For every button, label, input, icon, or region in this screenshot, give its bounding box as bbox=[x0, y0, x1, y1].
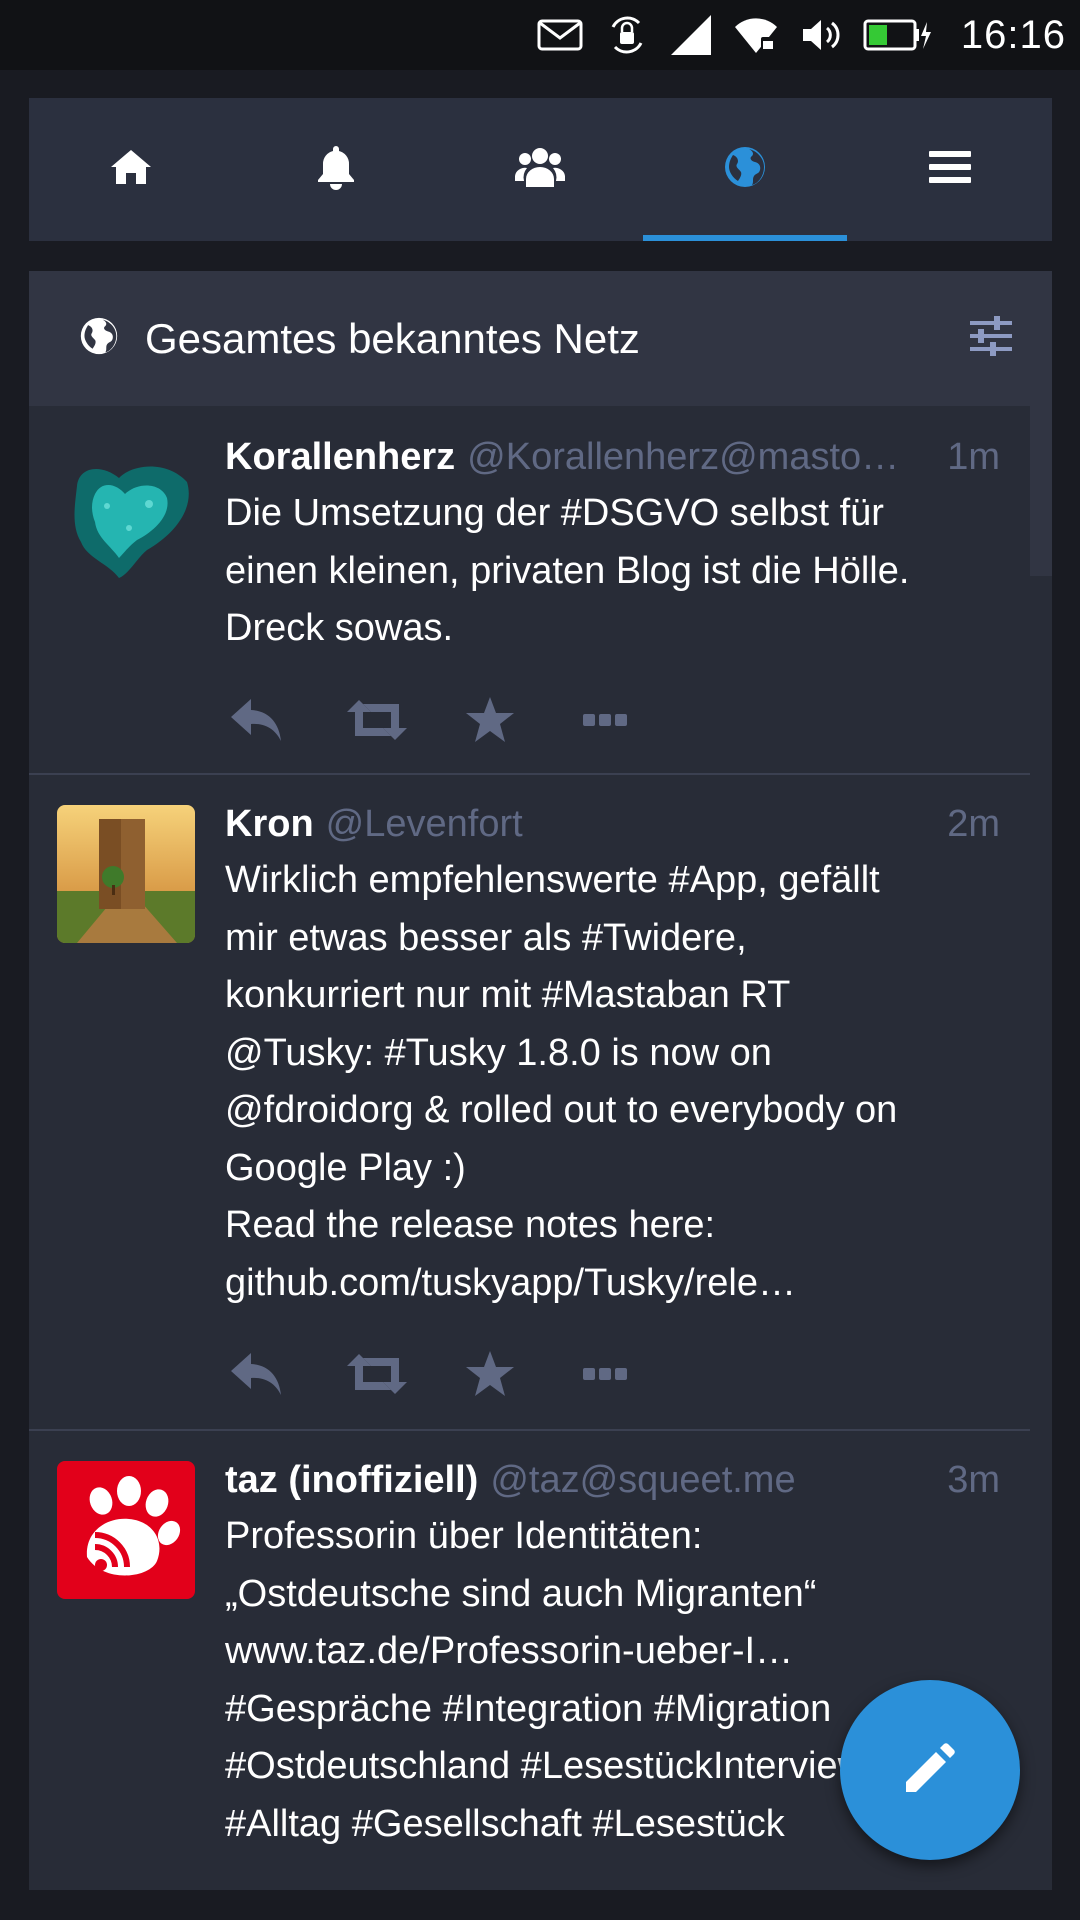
globe-icon bbox=[723, 145, 767, 194]
sliders-icon[interactable] bbox=[970, 316, 1012, 361]
hamburger-icon bbox=[928, 150, 971, 189]
account-handle[interactable]: @Korallenherz@masto… bbox=[467, 432, 929, 482]
account-handle[interactable]: @Levenfort bbox=[326, 799, 930, 849]
clock: 16:16 bbox=[960, 12, 1066, 57]
account-handle[interactable]: @taz@squeet.me bbox=[490, 1455, 929, 1505]
scrollbar[interactable] bbox=[1030, 406, 1052, 576]
column-header: Gesamtes bekanntes Netz bbox=[29, 271, 1052, 406]
avatar[interactable] bbox=[57, 805, 195, 943]
rotation-lock-icon bbox=[605, 15, 649, 55]
wifi-icon bbox=[733, 15, 779, 55]
favourite-icon[interactable] bbox=[461, 696, 579, 744]
status-item[interactable]: Kron @Levenfort 2m Wirklich empfehlenswe… bbox=[29, 775, 1030, 1431]
tab-notifications[interactable] bbox=[234, 98, 439, 241]
status-text: Wirklich empfehlenswerte #App, gefällt m… bbox=[225, 859, 898, 1304]
column-title: Gesamtes bekanntes Netz bbox=[145, 314, 640, 362]
status-actions bbox=[225, 1334, 1000, 1414]
bell-icon bbox=[314, 144, 358, 195]
boost-icon[interactable] bbox=[343, 1352, 461, 1396]
display-name[interactable]: Korallenherz bbox=[225, 432, 455, 482]
display-name[interactable]: taz (inoffiziell) bbox=[225, 1455, 478, 1505]
status-item[interactable]: Korallenherz @Korallenherz@masto… 1m Die… bbox=[29, 406, 1030, 775]
users-icon bbox=[514, 145, 566, 194]
globe-icon bbox=[79, 316, 119, 361]
more-icon[interactable] bbox=[579, 1368, 697, 1380]
status-content: Korallenherz @Korallenherz@masto… 1m Die… bbox=[225, 432, 1030, 760]
status-item[interactable]: taz (inoffiziell) @taz@squeet.me 3m Prof… bbox=[29, 1431, 1030, 1920]
avatar[interactable] bbox=[57, 446, 195, 584]
compose-button[interactable] bbox=[840, 1680, 1020, 1860]
status-content: Kron @Levenfort 2m Wirklich empfehlenswe… bbox=[225, 799, 1030, 1414]
reply-icon[interactable] bbox=[225, 697, 343, 743]
navigation-bar bbox=[0, 1890, 1080, 1920]
federated-timeline[interactable]: Gesamtes bekanntes Netz Korallenherz @Ko… bbox=[29, 271, 1052, 1920]
timestamp: 1m bbox=[947, 436, 1000, 478]
status-text: Die Umsetzung der #DSGVO selbst für eine… bbox=[225, 492, 910, 649]
status-actions bbox=[225, 680, 1000, 760]
display-name[interactable]: Kron bbox=[225, 799, 314, 849]
tab-menu[interactable] bbox=[847, 98, 1052, 241]
status-bar: 16:16 bbox=[0, 0, 1080, 70]
timestamp: 3m bbox=[947, 1459, 1000, 1501]
battery-charging-icon bbox=[863, 18, 933, 52]
volume-icon bbox=[801, 17, 841, 53]
pencil-icon bbox=[902, 1740, 958, 1801]
home-icon bbox=[109, 147, 153, 192]
reply-icon[interactable] bbox=[225, 1351, 343, 1397]
avatar[interactable] bbox=[57, 1461, 195, 1599]
more-icon[interactable] bbox=[579, 713, 697, 726]
favourite-icon[interactable] bbox=[461, 1350, 579, 1398]
tab-local[interactable] bbox=[438, 98, 643, 241]
timestamp: 2m bbox=[947, 803, 1000, 845]
mail-icon bbox=[537, 19, 583, 51]
cell-signal-icon bbox=[670, 15, 711, 55]
tab-bar bbox=[29, 98, 1052, 241]
boost-icon[interactable] bbox=[343, 698, 461, 742]
tab-federated[interactable] bbox=[642, 98, 848, 241]
tab-home[interactable] bbox=[29, 98, 234, 241]
